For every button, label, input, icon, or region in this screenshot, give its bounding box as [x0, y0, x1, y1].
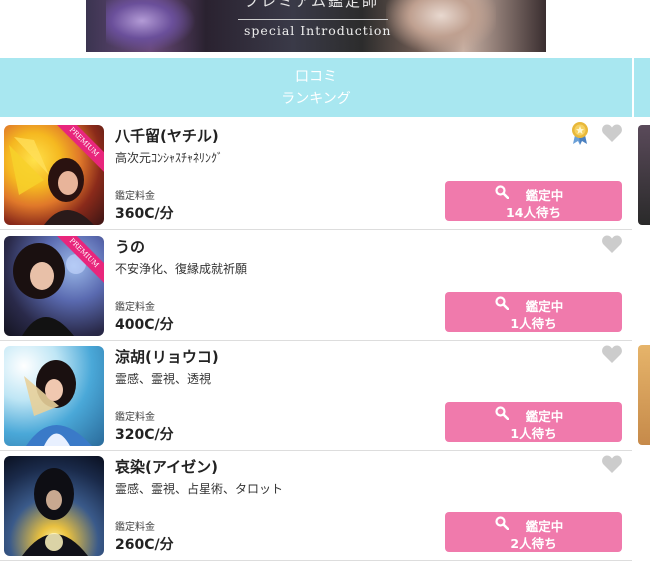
banner-subtitle: special Introduction [244, 23, 392, 38]
fee-label: 鑑定料金 [115, 302, 155, 313]
teller-specialties: 霊感、霊視、占星術、タロット [115, 482, 284, 496]
fee-value: 360C/分 [115, 206, 174, 222]
teller-name[interactable]: 哀染(アイゼン) [115, 456, 218, 477]
banner-title: プレミアム鑑定師 [244, 0, 379, 10]
banner-figure-left [106, 0, 196, 52]
teller-specialties: 不安浄化、復縁成就祈願 [115, 262, 248, 276]
banner-figure-right [386, 0, 496, 52]
favorite-heart-icon[interactable] [601, 344, 623, 364]
award-medal-icon [572, 122, 588, 145]
next-card-peek[interactable] [638, 125, 650, 225]
fee-value: 260C/分 [115, 537, 174, 553]
teller-specialties: 高次元ｺﾝｼｬｽﾁｬﾈﾘﾝｸﾞ [115, 151, 224, 165]
list-item[interactable]: 涼胡(リョウコ) 霊感、霊視、透視 鑑定料金 320C/分 鑑定中 1人待ち [0, 340, 632, 451]
favorite-heart-icon[interactable] [601, 234, 623, 254]
queue-count: 14人待ち [506, 205, 561, 220]
teller-name[interactable]: うの [115, 236, 145, 257]
fee-label: 鑑定料金 [115, 191, 155, 202]
queue-count: 2人待ち [510, 536, 557, 551]
list-item[interactable]: 哀染(アイゼン) 霊感、霊視、占星術、タロット 鑑定料金 260C/分 鑑定中 … [0, 450, 632, 561]
tab-next-peek[interactable] [634, 58, 650, 117]
consult-status-button[interactable]: 鑑定中 14人待ち [445, 181, 622, 221]
avatar[interactable]: PREMIUM [4, 236, 104, 336]
tab-review-ranking[interactable]: 口コミ ランキング [0, 58, 632, 117]
consult-status-button[interactable]: 鑑定中 1人待ち [445, 292, 622, 332]
fee-value: 400C/分 [115, 317, 174, 333]
tab-label-line2: ランキング [281, 91, 351, 107]
teller-specialties: 霊感、霊視、透視 [115, 372, 212, 386]
queue-count: 1人待ち [510, 426, 557, 441]
fee-label: 鑑定料金 [115, 412, 155, 423]
next-card-peek[interactable] [638, 345, 650, 445]
list-item[interactable]: PREMIUM 八千留(ヤチル) 高次元ｺﾝｼｬｽﾁｬﾈﾘﾝｸﾞ 鑑定料金 36… [0, 119, 632, 230]
premium-banner[interactable]: プレミアム鑑定師 special Introduction [86, 0, 546, 52]
banner-divider [238, 19, 388, 20]
queue-count: 1人待ち [510, 316, 557, 331]
avatar[interactable] [4, 346, 104, 446]
fee-label: 鑑定料金 [115, 522, 155, 533]
consult-status-button[interactable]: 鑑定中 2人待ち [445, 512, 622, 552]
list-item[interactable]: PREMIUM うの 不安浄化、復縁成就祈願 鑑定料金 400C/分 鑑定中 1… [0, 230, 632, 341]
tab-label-line1: 口コミ [295, 69, 337, 85]
fee-value: 320C/分 [115, 427, 174, 443]
favorite-heart-icon[interactable] [601, 123, 623, 143]
consult-status-button[interactable]: 鑑定中 1人待ち [445, 402, 622, 442]
teller-name[interactable]: 涼胡(リョウコ) [115, 346, 219, 367]
avatar[interactable] [4, 456, 104, 556]
teller-name[interactable]: 八千留(ヤチル) [115, 125, 219, 146]
favorite-heart-icon[interactable] [601, 454, 623, 474]
avatar[interactable]: PREMIUM [4, 125, 104, 225]
